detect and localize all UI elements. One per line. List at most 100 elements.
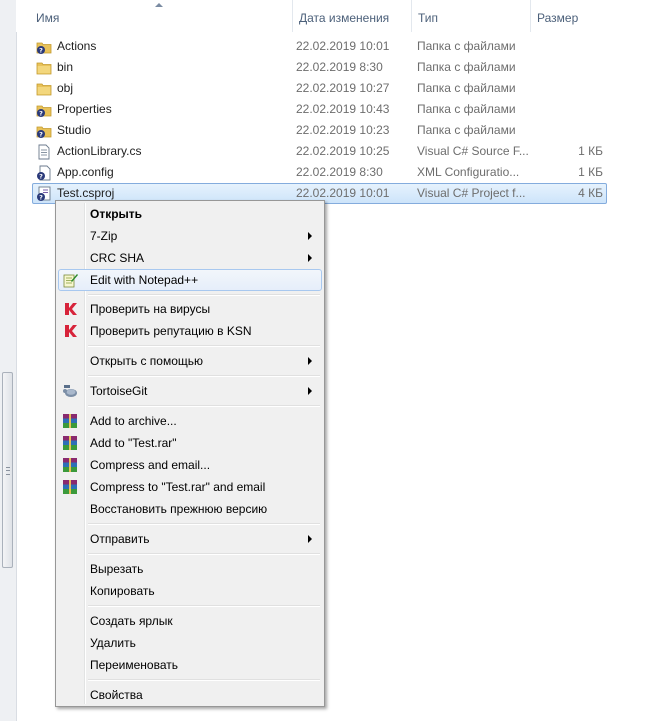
file-name: Properties	[57, 102, 112, 116]
folder-icon	[36, 83, 52, 96]
kaspersky-icon	[65, 325, 77, 337]
menu-item-label: Открыть с помощью	[90, 354, 204, 368]
menu-item-properties[interactable]: Свойства	[58, 684, 322, 706]
menu-item-label: Восстановить прежнюю версию	[90, 502, 268, 516]
menu-item-label: Add to archive...	[90, 414, 177, 428]
file-type: Visual C# Project f...	[417, 186, 526, 200]
menu-item-label: CRC SHA	[90, 251, 145, 265]
menu-item-label: Вырезать	[90, 562, 144, 576]
tortoisegit-icon	[63, 385, 77, 397]
menu-item-check-ksn[interactable]: Проверить репутацию в KSN	[58, 320, 322, 342]
svg-text:?: ?	[39, 173, 43, 181]
file-date: 22.02.2019 10:43	[296, 102, 390, 116]
menu-separator	[88, 345, 320, 347]
menu-item-create-shortcut[interactable]: Создать ярлык	[58, 610, 322, 632]
menu-item-label: 7-Zip	[90, 229, 118, 243]
cs-file-icon	[38, 144, 50, 160]
menu-item-scan-viruses[interactable]: Проверить на вирусы	[58, 298, 322, 320]
menu-item-open-with[interactable]: Открыть с помощью	[58, 350, 322, 372]
winrar-icon	[63, 436, 77, 450]
folder-icon	[36, 62, 52, 75]
submenu-arrow-icon	[308, 387, 312, 395]
file-name: bin	[57, 60, 74, 74]
file-row-obj[interactable]: obj 22.02.2019 10:27 Папка с файлами	[32, 78, 607, 99]
menu-item-restore-version[interactable]: Восстановить прежнюю версию	[58, 498, 322, 520]
menu-item-rename[interactable]: Переименовать	[58, 654, 322, 676]
scrollbar-grip-icon	[6, 467, 10, 475]
winrar-icon	[63, 480, 77, 494]
file-row-bin[interactable]: bin 22.02.2019 8:30 Папка с файлами	[32, 57, 607, 78]
menu-item-edit-notepadpp[interactable]: Edit with Notepad++	[58, 269, 322, 291]
menu-item-cut[interactable]: Вырезать	[58, 558, 322, 580]
context-menu: Открыть 7-Zip CRC SHA Edit with Notepad+…	[55, 200, 325, 707]
scrollbar-thumb[interactable]	[2, 372, 13, 568]
file-name: App.config	[57, 165, 114, 179]
menu-item-compress-rar-email[interactable]: Compress to "Test.rar" and email	[58, 476, 322, 498]
file-name: obj	[57, 81, 74, 95]
menu-item-delete[interactable]: Удалить	[58, 632, 322, 654]
menu-item-label: Edit with Notepad++	[90, 273, 199, 287]
menu-item-7zip[interactable]: 7-Zip	[58, 225, 322, 247]
file-size: 1 КБ	[578, 165, 603, 179]
file-row-appconfig[interactable]: ? App.config 22.02.2019 8:30 XML Configu…	[32, 162, 607, 183]
menu-item-send-to[interactable]: Отправить	[58, 528, 322, 550]
file-name: Actions	[57, 39, 97, 53]
file-row-properties[interactable]: ? Properties 22.02.2019 10:43 Папка с фа…	[32, 99, 607, 120]
menu-item-crc-sha[interactable]: CRC SHA	[58, 247, 322, 269]
menu-item-label: Отправить	[90, 532, 150, 546]
column-type[interactable]: Тип	[412, 0, 531, 32]
menu-item-label: Проверить репутацию в KSN	[90, 324, 252, 338]
file-date: 22.02.2019 8:30	[296, 165, 383, 179]
menu-item-label: Свойства	[90, 688, 143, 702]
folder-badge-icon: ?	[36, 105, 52, 118]
menu-item-add-to-archive[interactable]: Add to archive...	[58, 410, 322, 432]
menu-item-compress-email[interactable]: Compress and email...	[58, 454, 322, 476]
menu-item-label: Compress to "Test.rar" and email	[90, 480, 266, 494]
file-size: 4 КБ	[578, 186, 603, 200]
file-date: 22.02.2019 10:27	[296, 81, 390, 95]
file-name: Studio	[57, 123, 92, 137]
menu-separator	[88, 294, 320, 296]
menu-item-label: Переименовать	[90, 658, 178, 672]
menu-item-label: Удалить	[90, 636, 136, 650]
folder-badge-icon: ?	[36, 126, 52, 139]
menu-item-label: Compress and email...	[90, 458, 211, 472]
menu-separator	[88, 375, 320, 377]
winrar-icon	[63, 458, 77, 472]
file-type: Папка с файлами	[417, 102, 516, 116]
svg-text:?: ?	[39, 110, 43, 118]
kaspersky-icon	[65, 303, 77, 315]
file-type: Папка с файлами	[417, 60, 516, 74]
vertical-scrollbar[interactable]	[0, 0, 17, 721]
config-file-icon: ?	[37, 165, 51, 181]
menu-item-tortoisegit[interactable]: TortoiseGit	[58, 380, 322, 402]
file-row-actions[interactable]: ? Actions 22.02.2019 10:01 Папка с файла…	[32, 36, 607, 57]
file-row-actionlibrary[interactable]: ActionLibrary.cs 22.02.2019 10:25 Visual…	[32, 141, 607, 162]
submenu-arrow-icon	[308, 535, 312, 543]
menu-separator	[88, 553, 320, 555]
submenu-arrow-icon	[308, 357, 312, 365]
file-type: Папка с файлами	[417, 81, 516, 95]
column-name[interactable]: Имя	[30, 0, 293, 32]
menu-item-add-to-test-rar[interactable]: Add to "Test.rar"	[58, 432, 322, 454]
menu-item-open[interactable]: Открыть	[58, 203, 322, 225]
menu-item-label: TortoiseGit	[90, 384, 148, 398]
menu-separator	[88, 605, 320, 607]
file-date: 22.02.2019 8:30	[296, 60, 383, 74]
menu-item-label: Проверить на вирусы	[90, 302, 211, 316]
column-date[interactable]: Дата изменения	[293, 0, 412, 32]
file-type: XML Configuratio...	[417, 165, 520, 179]
file-row-studio[interactable]: ? Studio 22.02.2019 10:23 Папка с файлам…	[32, 120, 607, 141]
menu-item-label: Создать ярлык	[90, 614, 173, 628]
menu-item-label: Add to "Test.rar"	[90, 436, 177, 450]
menu-item-label: Копировать	[90, 584, 155, 598]
csproj-file-icon: ?	[37, 186, 51, 202]
column-size[interactable]: Размер	[531, 0, 641, 32]
file-type: Папка с файлами	[417, 123, 516, 137]
file-name: ActionLibrary.cs	[57, 144, 142, 158]
menu-separator	[88, 523, 320, 525]
menu-item-copy[interactable]: Копировать	[58, 580, 322, 602]
notepadpp-icon	[63, 274, 78, 288]
svg-text:?: ?	[39, 131, 43, 139]
menu-item-label: Открыть	[90, 207, 143, 221]
